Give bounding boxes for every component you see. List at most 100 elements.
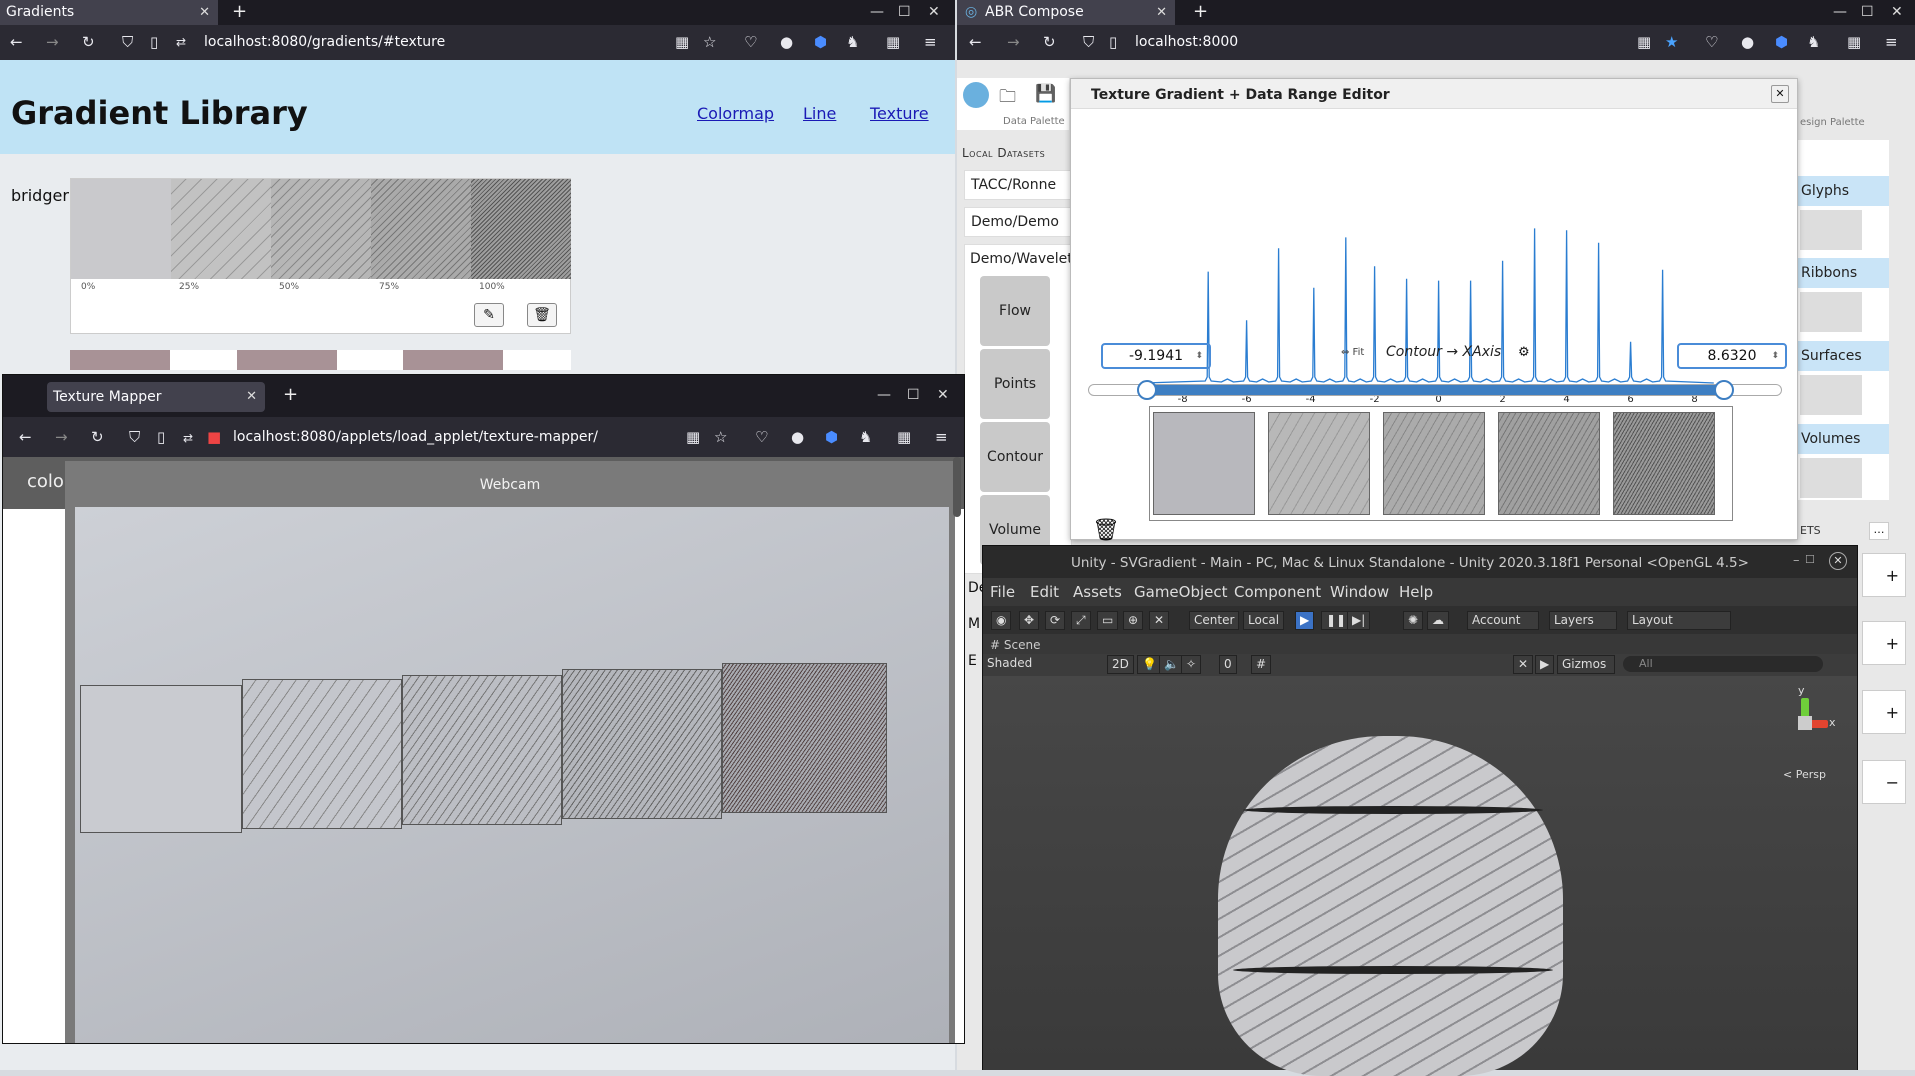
minimize-icon[interactable]: — bbox=[877, 383, 891, 408]
qr-icon[interactable]: ▦ bbox=[1637, 33, 1651, 51]
tools-icon[interactable]: ✕ bbox=[1513, 655, 1534, 674]
scene-gizmo[interactable]: y x bbox=[1778, 684, 1838, 756]
range-slider-max-handle[interactable] bbox=[1714, 380, 1734, 400]
editor-close-button[interactable]: ✕ bbox=[1771, 85, 1789, 103]
bookmark-star-icon[interactable]: ☆ bbox=[703, 33, 716, 51]
nav-link-line[interactable]: Line bbox=[803, 104, 836, 123]
layout-dropdown[interactable]: Layout bbox=[1627, 611, 1731, 630]
points-button[interactable]: Points bbox=[980, 349, 1050, 419]
settings-gear-icon[interactable]: ⚙ bbox=[1518, 345, 1530, 360]
gizmos-dropdown[interactable]: Gizmos bbox=[1557, 655, 1615, 674]
maximize-icon[interactable]: ☐ bbox=[1861, 0, 1874, 25]
extension-blue-icon[interactable]: ⬢ bbox=[814, 33, 827, 51]
back-icon[interactable]: ← bbox=[969, 33, 982, 51]
url-bar[interactable]: localhost:8080/gradients/#texture bbox=[204, 34, 445, 50]
extension-feather-icon[interactable]: ♞ bbox=[859, 428, 872, 446]
url-bar[interactable]: localhost:8080/applets/load_applet/textu… bbox=[233, 429, 598, 445]
scene-search-input[interactable]: All bbox=[1623, 656, 1823, 672]
scrollbar[interactable] bbox=[953, 457, 961, 517]
extension-feather-icon[interactable]: ♞ bbox=[846, 33, 859, 51]
pocket-icon[interactable]: ♡ bbox=[744, 33, 757, 51]
view-tool-icon[interactable]: ◉ bbox=[991, 611, 1012, 630]
menu-assets[interactable]: Assets bbox=[1073, 583, 1122, 601]
center-toggle[interactable]: Center bbox=[1189, 611, 1240, 630]
new-tab-icon[interactable]: + bbox=[232, 0, 247, 24]
minimize-icon[interactable]: — bbox=[1833, 0, 1847, 25]
menu-edit[interactable]: Edit bbox=[1030, 583, 1059, 601]
reload-icon[interactable]: ↻ bbox=[82, 33, 95, 51]
extension-blue-icon[interactable]: ⬢ bbox=[1775, 33, 1788, 51]
new-tab-icon[interactable]: + bbox=[1193, 0, 1208, 24]
pocket-icon[interactable]: ♡ bbox=[755, 428, 768, 446]
menu-window[interactable]: Window bbox=[1330, 583, 1389, 601]
range-slider-min-handle[interactable] bbox=[1137, 380, 1157, 400]
forward-icon[interactable]: → bbox=[1007, 33, 1020, 51]
surfaces-item[interactable]: Surfaces bbox=[1797, 341, 1889, 371]
persp-label[interactable]: < Persp bbox=[1783, 768, 1826, 781]
unity-maximize-icon[interactable]: ☐ bbox=[1805, 553, 1815, 566]
local-toggle[interactable]: Local bbox=[1243, 611, 1285, 630]
dataset-demo-demo[interactable]: Demo/Demo bbox=[964, 207, 1072, 237]
camera-icon[interactable]: ▶ bbox=[1535, 655, 1555, 674]
menu-icon[interactable]: ≡ bbox=[935, 428, 948, 446]
collab-icon[interactable]: ✺ bbox=[1403, 611, 1424, 630]
extensions-icon[interactable]: ▦ bbox=[1847, 33, 1861, 51]
texture-thumb-3[interactable] bbox=[1383, 412, 1485, 515]
transform-tool-icon[interactable]: ⊕ bbox=[1123, 611, 1144, 630]
min-value-input[interactable]: -9.1941 ⬍ bbox=[1101, 343, 1211, 369]
extension-feather-icon[interactable]: ♞ bbox=[1807, 33, 1820, 51]
close-window-icon[interactable]: ✕ bbox=[937, 383, 949, 408]
menu-component[interactable]: Component bbox=[1234, 583, 1321, 601]
back-icon[interactable]: ← bbox=[19, 428, 32, 446]
cloud-icon[interactable]: ☁ bbox=[1427, 611, 1449, 630]
edit-button[interactable]: ✎ bbox=[474, 303, 504, 327]
camera-icon[interactable]: ■ bbox=[207, 428, 221, 446]
delete-button[interactable]: 🗑 bbox=[527, 303, 557, 327]
max-spinner-icon[interactable]: ⬍ bbox=[1771, 345, 1779, 367]
menu-file[interactable]: File bbox=[990, 583, 1015, 601]
extension-s-icon[interactable]: ● bbox=[1741, 33, 1754, 51]
url-bar[interactable]: localhost:8000 bbox=[1135, 34, 1238, 50]
unity-minimize-icon[interactable]: – bbox=[1793, 553, 1800, 568]
close-icon[interactable]: ✕ bbox=[1156, 0, 1167, 25]
close-window-icon[interactable]: ✕ bbox=[1891, 0, 1903, 25]
grid-icon[interactable]: # bbox=[1251, 655, 1272, 674]
qr-icon[interactable]: ▦ bbox=[686, 428, 700, 446]
play-button[interactable]: ▶ bbox=[1295, 611, 1315, 630]
dataset-tacc-ronne[interactable]: TACC/Ronne bbox=[964, 170, 1072, 200]
nav-link-colormap[interactable]: Colormap bbox=[697, 104, 774, 123]
unity-close-icon[interactable]: ✕ bbox=[1829, 552, 1847, 570]
close-window-icon[interactable]: ✕ bbox=[928, 0, 940, 25]
save-icon[interactable]: 💾 bbox=[1035, 84, 1056, 104]
dataset-demo-wavelet[interactable]: Demo/Wavelet bbox=[970, 251, 1073, 267]
menu-help[interactable]: Help bbox=[1399, 583, 1433, 601]
more-button[interactable]: … bbox=[1869, 522, 1889, 540]
collapse-slot-button[interactable]: − bbox=[1862, 760, 1906, 804]
flow-button[interactable]: Flow bbox=[980, 276, 1050, 346]
back-icon[interactable]: ← bbox=[10, 33, 23, 51]
new-tab-icon[interactable]: + bbox=[283, 383, 298, 407]
texture-thumb-5[interactable] bbox=[1613, 412, 1715, 515]
minimize-icon[interactable]: — bbox=[870, 0, 884, 25]
contour-button[interactable]: Contour bbox=[980, 422, 1050, 492]
forward-icon[interactable]: → bbox=[46, 33, 59, 51]
tab-abr-compose[interactable]: ◎ ABR Compose ✕ bbox=[957, 0, 1175, 25]
qr-icon[interactable]: ▦ bbox=[675, 33, 689, 51]
rect-tool-icon[interactable]: ▭ bbox=[1097, 611, 1119, 630]
trash-icon[interactable]: 🗑 bbox=[1092, 518, 1120, 543]
bookmark-star-icon[interactable]: ★ bbox=[1665, 33, 1678, 51]
hidden-objects-count[interactable]: 0 bbox=[1219, 655, 1237, 674]
menu-gameobject[interactable]: GameObject bbox=[1134, 583, 1228, 601]
glyphs-item[interactable]: Glyphs bbox=[1797, 176, 1889, 206]
texture-thumb-2[interactable] bbox=[1268, 412, 1370, 515]
folder-icon[interactable]: 🗀 bbox=[999, 84, 1016, 113]
pocket-icon[interactable]: ♡ bbox=[1705, 33, 1718, 51]
volumes-item[interactable]: Volumes bbox=[1797, 424, 1889, 454]
bookmark-star-icon[interactable]: ☆ bbox=[714, 428, 727, 446]
extension-blue-icon[interactable]: ⬢ bbox=[825, 428, 838, 446]
maximize-icon[interactable]: ☐ bbox=[898, 0, 911, 25]
move-tool-icon[interactable]: ✥ bbox=[1019, 611, 1040, 630]
nav-link-texture[interactable]: Texture bbox=[870, 104, 929, 123]
shading-dropdown[interactable]: Shaded bbox=[983, 655, 1099, 674]
effects-icon[interactable]: ✧ bbox=[1181, 655, 1202, 674]
